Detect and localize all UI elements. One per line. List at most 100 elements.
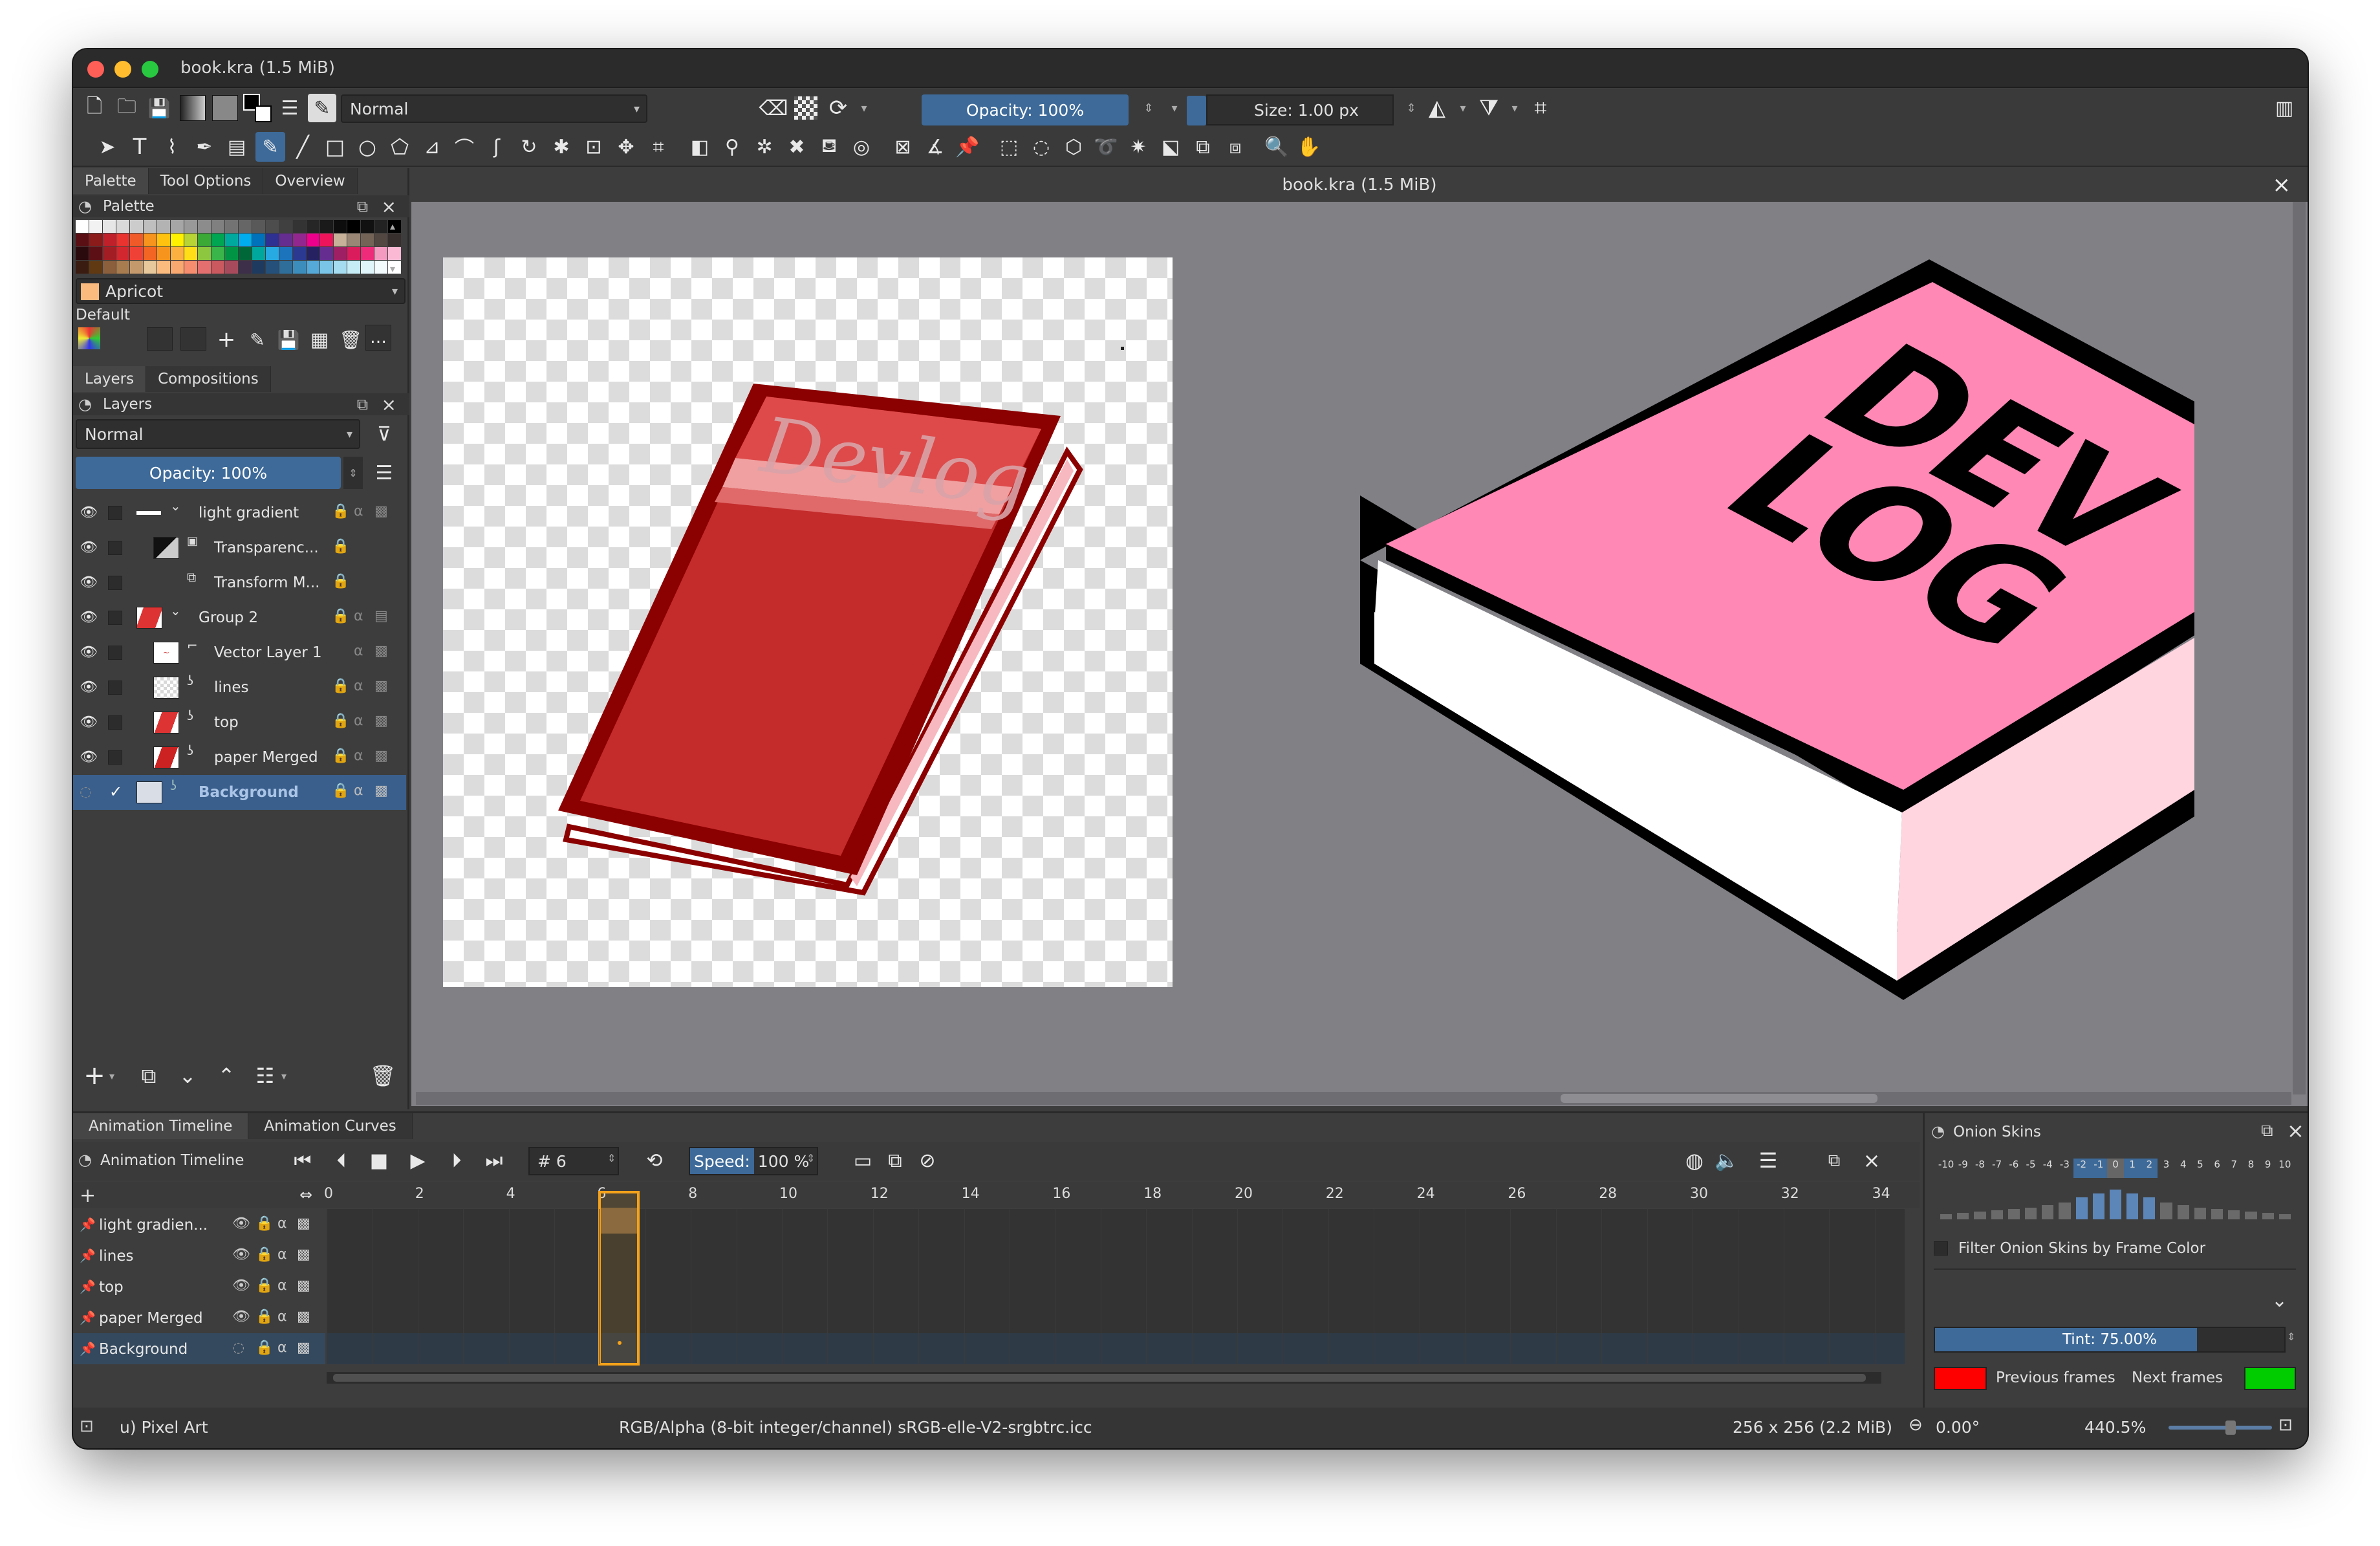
- layer-row[interactable]: 👁 ⌄ light gradient 🔒 α ▩: [73, 495, 406, 530]
- duplicate-frame-icon[interactable]: ⧉: [880, 1146, 910, 1175]
- pin-icon[interactable]: 📌: [80, 1217, 96, 1232]
- visibility-eye-icon[interactable]: 👁: [232, 1247, 250, 1263]
- open-document-icon[interactable]: 🗀: [112, 93, 142, 123]
- lock-icon[interactable]: 🔒: [332, 713, 349, 729]
- onion-opacity-bar[interactable]: [1974, 1212, 1986, 1219]
- gradient-tool-icon[interactable]: ◧: [685, 132, 715, 162]
- lock-icon[interactable]: 🔒: [332, 573, 349, 589]
- onion-opacity-bar[interactable]: [2092, 1193, 2104, 1219]
- onion-opacity-bar[interactable]: [2245, 1212, 2257, 1219]
- palette-swatch[interactable]: [293, 234, 306, 246]
- minimize-window-button[interactable]: [114, 61, 131, 78]
- lock-icon[interactable]: 🔒: [332, 748, 349, 764]
- palette-swatch[interactable]: [361, 220, 374, 233]
- lock-icon[interactable]: 🔒: [332, 678, 349, 694]
- inherit-alpha-icon[interactable]: ▩: [374, 783, 388, 799]
- preserve-alpha-icon[interactable]: [791, 93, 821, 123]
- palette-swatch[interactable]: [225, 220, 238, 233]
- contiguous-select-tool-icon[interactable]: ✷: [1123, 132, 1153, 162]
- tint-stepper-icon[interactable]: ⇕: [2287, 1331, 2295, 1343]
- horizontal-scrollbar[interactable]: [416, 1092, 2291, 1105]
- brush-size-slider[interactable]: Size: 1.00 px: [1206, 94, 1394, 125]
- lock-icon[interactable]: 🔒: [255, 1215, 273, 1232]
- fit-view-icon[interactable]: ⊡: [2278, 1415, 2293, 1435]
- pin-icon[interactable]: 📌: [80, 1248, 96, 1263]
- lock-icon[interactable]: 🔒: [332, 608, 349, 624]
- palette-swatch[interactable]: [89, 247, 102, 260]
- delete-swatch-icon[interactable]: 🗑: [336, 325, 365, 354]
- onion-opacity-bar[interactable]: [1991, 1210, 2003, 1219]
- tint-slider[interactable]: Tint: 75.00%: [1934, 1327, 2286, 1353]
- inherit-alpha-icon[interactable]: ▩: [297, 1278, 310, 1294]
- palette-swatch[interactable]: [347, 247, 360, 260]
- onion-frame-offset[interactable]: -9: [1954, 1159, 1971, 1178]
- palette-swatch[interactable]: [307, 247, 319, 260]
- onion-frame-offset[interactable]: -8: [1971, 1159, 1988, 1178]
- onion-opacity-bar[interactable]: [2160, 1203, 2172, 1219]
- blend-mode-select[interactable]: Normal ▾: [341, 94, 647, 123]
- palette-swatch[interactable]: [361, 261, 374, 274]
- pin-icon[interactable]: 📌: [80, 1341, 96, 1356]
- text-tool-icon[interactable]: T: [125, 132, 155, 162]
- inherit-alpha-icon[interactable]: ▩: [374, 748, 388, 764]
- onion-opacity-bar[interactable]: [1940, 1214, 1953, 1219]
- remove-frame-icon[interactable]: ⊘: [913, 1146, 942, 1175]
- onion-opacity-bar[interactable]: [2059, 1203, 2071, 1219]
- palette-swatch[interactable]: [334, 247, 347, 260]
- palette-swatch[interactable]: [374, 234, 387, 246]
- onion-opacity-bar[interactable]: [2194, 1208, 2206, 1219]
- layer-row[interactable]: 👁 ▣ Transparenc... 🔒: [73, 530, 406, 565]
- close-docker-icon[interactable]: ×: [2287, 1118, 2304, 1143]
- rotation-value[interactable]: 0.00°: [1936, 1418, 1980, 1437]
- palette-swatch[interactable]: [374, 220, 387, 233]
- palette-more-icon[interactable]: …: [365, 325, 391, 351]
- onion-frame-offset[interactable]: -7: [1989, 1159, 2006, 1178]
- palette-swatch[interactable]: [103, 247, 116, 260]
- palette-swatch[interactable]: [239, 234, 252, 246]
- tab-overview[interactable]: Overview: [263, 168, 358, 194]
- palette-swatch[interactable]: [239, 261, 252, 274]
- pin-icon[interactable]: 📌: [80, 1310, 96, 1325]
- inherit-alpha-icon[interactable]: ▩: [297, 1215, 310, 1232]
- track-row[interactable]: 📌 paper Merged 👁 🔒 α ▩: [73, 1302, 325, 1333]
- layer-select-checkbox[interactable]: [108, 680, 122, 695]
- onion-opacity-bar[interactable]: [2211, 1209, 2223, 1219]
- palette-swatch[interactable]: [116, 234, 129, 246]
- palette-swatch[interactable]: [116, 247, 129, 260]
- lock-icon[interactable]: 🔒: [332, 538, 349, 554]
- float-docker-icon[interactable]: ⧉: [2261, 1121, 2273, 1141]
- alpha-lock-icon[interactable]: α: [354, 503, 363, 519]
- palette-swatch[interactable]: [211, 261, 224, 274]
- inherit-alpha-icon[interactable]: ▩: [374, 713, 388, 729]
- palette-swatch[interactable]: [320, 247, 333, 260]
- palette-swatch[interactable]: [347, 220, 360, 233]
- palette-swatch[interactable]: [347, 234, 360, 246]
- palette-swatch[interactable]: [211, 247, 224, 260]
- palette-swatch[interactable]: [266, 220, 279, 233]
- expand-color-filter-icon[interactable]: ⌄: [2271, 1289, 2288, 1312]
- palette-swatch[interactable]: [334, 234, 347, 246]
- palette-swatch[interactable]: [144, 261, 157, 274]
- palette-swatch[interactable]: [334, 261, 347, 274]
- palette-swatch[interactable]: [211, 220, 224, 233]
- alpha-lock-icon[interactable]: α: [277, 1340, 287, 1356]
- zoom-tool-icon[interactable]: 🔍: [1262, 132, 1292, 162]
- rectangle-tool-icon[interactable]: □: [320, 132, 350, 162]
- onion-frame-offset[interactable]: -4: [2039, 1159, 2056, 1178]
- frame-stepper-icon[interactable]: ⇕: [607, 1152, 616, 1164]
- layer-row[interactable]: 👁 ⧉ Transform M... 🔒: [73, 565, 406, 600]
- chevron-down-icon[interactable]: ▾: [277, 1061, 290, 1091]
- alpha-lock-icon[interactable]: α: [354, 643, 363, 659]
- brush-preset-icon[interactable]: ✎: [307, 93, 337, 123]
- pin-icon[interactable]: 📌: [80, 1279, 96, 1294]
- lock-docker-icon[interactable]: ◔: [78, 395, 92, 413]
- edit-shapes-tool-icon[interactable]: ⌇: [157, 132, 187, 162]
- add-swatch-icon[interactable]: +: [211, 325, 241, 354]
- reference-images-tool-icon[interactable]: 📌: [953, 132, 982, 162]
- close-docker-icon[interactable]: ×: [382, 394, 396, 415]
- palette-swatch[interactable]: [198, 234, 211, 246]
- chevron-down-icon[interactable]: ▾: [105, 1061, 118, 1091]
- eraser-icon[interactable]: ⌫: [759, 93, 788, 123]
- foreground-background-color-icon[interactable]: [243, 93, 272, 123]
- visibility-eye-icon[interactable]: 👁: [232, 1215, 250, 1232]
